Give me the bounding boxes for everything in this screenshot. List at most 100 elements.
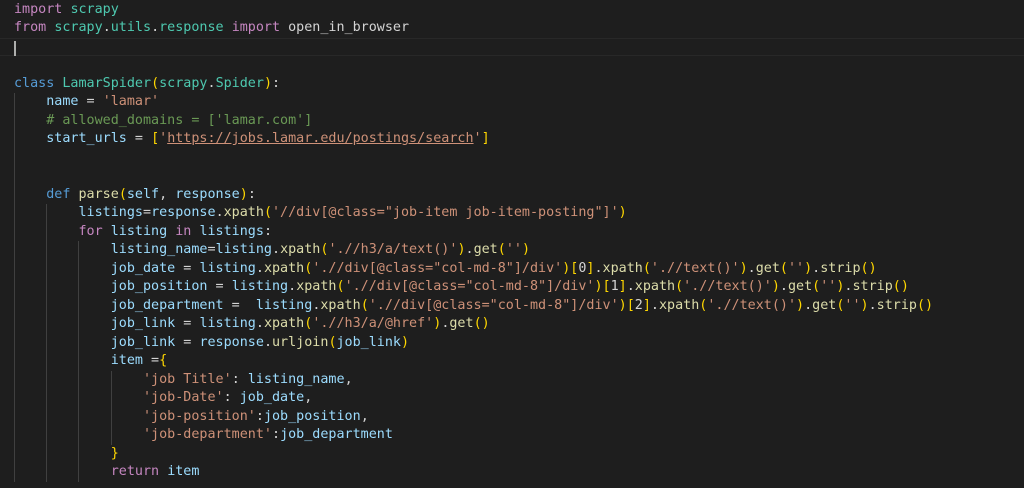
code-token: , [360, 408, 369, 424]
code-token: import [14, 1, 63, 17]
code-token: job_link [336, 334, 402, 350]
code-token: in [175, 223, 192, 239]
code-token: . [626, 279, 635, 294]
code-line[interactable]: import scrapy [0, 1, 1024, 20]
code-line[interactable]: 'job-position':job_position, [0, 407, 1024, 426]
code-token: listing [110, 223, 168, 239]
code-line[interactable]: item ={ [0, 352, 1024, 371]
code-token: ( [151, 75, 160, 91]
code-token: 'job-position' [143, 408, 256, 424]
code-line[interactable]: job_position = listing.xpath('.//div[@cl… [0, 278, 1024, 297]
code-token: strip [876, 297, 917, 313]
code-token: xpath [320, 297, 361, 313]
code-editor[interactable]: import scrapy from scrapy.utils.response … [0, 0, 1024, 488]
code-line[interactable]: job_link = listing.xpath ('.//h3/a/@href'… [0, 315, 1024, 334]
code-token: ) [868, 260, 877, 276]
code-token: listing [231, 279, 289, 294]
code-token: ) [263, 75, 272, 91]
code-text: job_link = listing.xpath ('.//h3/a/@href'… [14, 315, 490, 334]
code-token: ) [900, 279, 909, 294]
code-text: def parse(self, response): [14, 186, 256, 205]
code-token: . [207, 75, 216, 91]
code-token: response [175, 186, 240, 202]
code-token: response [199, 334, 264, 350]
code-token: = [223, 297, 256, 313]
code-line[interactable]: } [0, 444, 1024, 463]
code-line[interactable] [0, 167, 1024, 186]
code-line[interactable]: from scrapy.utils.response import open_i… [0, 19, 1024, 38]
code-token: ( [675, 279, 684, 294]
url-link[interactable]: https://jobs.lamar.edu/postings/search [167, 131, 473, 146]
code-token: job_position [263, 408, 361, 424]
code-token: . [747, 260, 756, 276]
code-token: , [344, 371, 353, 387]
code-line[interactable]: # allowed_domains = ['lamar.com'] [0, 111, 1024, 131]
code-line[interactable]: name = 'lamar' [0, 93, 1024, 112]
code-line[interactable]: start_urls = ['https://jobs.lamar.edu/po… [0, 130, 1024, 149]
code-line[interactable]: job_department = listing.xpath('.//div[@… [0, 296, 1024, 315]
code-token: '' [820, 279, 837, 294]
code-token: ] [618, 279, 627, 294]
code-line[interactable]: 'job Title': listing_name, [0, 370, 1024, 390]
code-line[interactable]: for listing in listings: [0, 222, 1024, 241]
code-text: listings=response.xpath('//div[@class="j… [14, 204, 627, 223]
code-line[interactable]: def parse(self, response): [0, 185, 1024, 205]
code-line[interactable]: job_date = listing.xpath('.//div[@class=… [0, 259, 1024, 279]
code-token: . [465, 242, 474, 257]
code-token: def [46, 186, 71, 202]
code-token: item [167, 464, 200, 479]
code-line[interactable]: listings=response.xpath('//div[@class="j… [0, 204, 1024, 223]
code-line[interactable] [0, 37, 1024, 56]
code-line[interactable]: listing_name=listing.xpath('.//h3/a/text… [0, 241, 1024, 260]
code-token: xpath [263, 316, 305, 331]
code-token: [ [626, 297, 635, 313]
code-token: scrapy [159, 75, 208, 91]
code-token: ' [473, 131, 482, 146]
code-token: 2 [634, 297, 643, 313]
code-token: . [288, 279, 297, 294]
code-token: ) [771, 279, 780, 294]
code-line[interactable]: 'job-Date': job_date, [0, 389, 1024, 408]
code-token: xpath [280, 242, 321, 257]
code-token: = [126, 131, 152, 146]
code-text: # allowed_domains = ['lamar.com'] [14, 112, 312, 131]
code-token: get [473, 242, 498, 257]
code-token: xpath [634, 279, 676, 294]
code-token: [ [151, 131, 160, 146]
code-line[interactable]: class LamarSpider(scrapy.Spider): [0, 75, 1024, 94]
code-token: . [804, 297, 813, 313]
code-token: ) [739, 260, 748, 276]
code-token: xpath [296, 279, 337, 294]
code-token: ) [925, 297, 934, 313]
code-line[interactable] [0, 56, 1024, 75]
code-token: : [247, 186, 256, 202]
code-line[interactable] [0, 148, 1024, 168]
code-line[interactable]: return item [0, 463, 1024, 482]
code-token: xpath [602, 260, 643, 276]
code-token: listing [199, 316, 256, 331]
code-token: ( [860, 260, 869, 276]
code-token: ( [118, 186, 127, 202]
code-token: parse [78, 186, 119, 202]
code-token: ( [473, 316, 482, 331]
code-line[interactable]: 'job-department':job_department [0, 426, 1024, 445]
code-token: . [272, 242, 281, 257]
code-text: 'job Title': listing_name, [14, 371, 353, 390]
code-text: job_date = listing.xpath('.//div[@class=… [14, 260, 877, 279]
code-token: urljoin [272, 334, 329, 350]
code-token: '//div[@class="job-item job-item-posting… [272, 205, 619, 220]
code-token: : [255, 408, 264, 424]
code-token: LamarSpider [62, 75, 152, 91]
code-token: job_link [110, 334, 176, 350]
code-token: . [779, 279, 788, 294]
code-text: start_urls = ['https://jobs.lamar.edu/po… [14, 130, 489, 149]
code-line[interactable]: job_link = response.urljoin(job_link) [0, 333, 1024, 352]
code-token: ( [642, 260, 651, 276]
code-token: = [143, 353, 160, 368]
code-token: Spider [215, 75, 264, 91]
code-token: get [755, 260, 780, 276]
code-text: from scrapy.utils.response import open_i… [14, 19, 409, 38]
